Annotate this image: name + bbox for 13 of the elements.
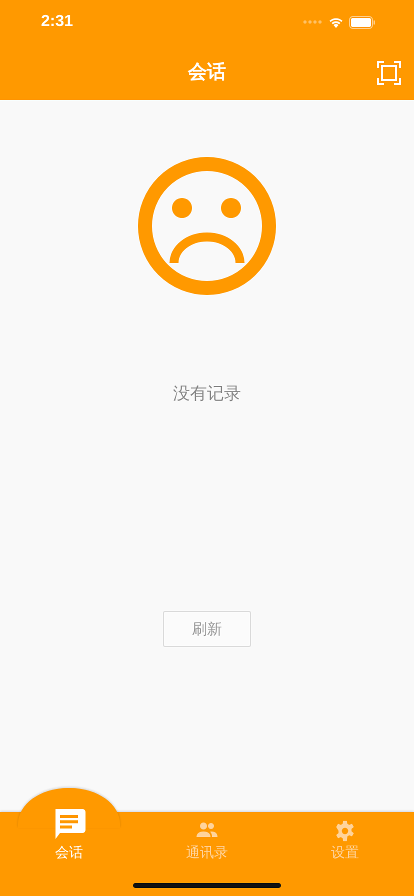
scan-icon[interactable] xyxy=(377,61,401,85)
sad-face-icon xyxy=(137,156,277,296)
empty-message: 没有记录 xyxy=(173,383,241,405)
signal-icon xyxy=(303,20,323,24)
battery-icon xyxy=(349,16,376,28)
wifi-icon xyxy=(328,16,344,28)
gear-icon xyxy=(334,820,356,842)
nav-title: 会话 xyxy=(188,60,226,85)
tab-item[interactable]: 设置 xyxy=(276,812,414,862)
refresh-button[interactable]: 刷新 xyxy=(163,611,251,647)
status-time: 2:31 xyxy=(41,13,74,31)
tab-item[interactable]: 通讯录 xyxy=(138,812,276,862)
tab-item[interactable]: 会话 xyxy=(0,812,138,862)
